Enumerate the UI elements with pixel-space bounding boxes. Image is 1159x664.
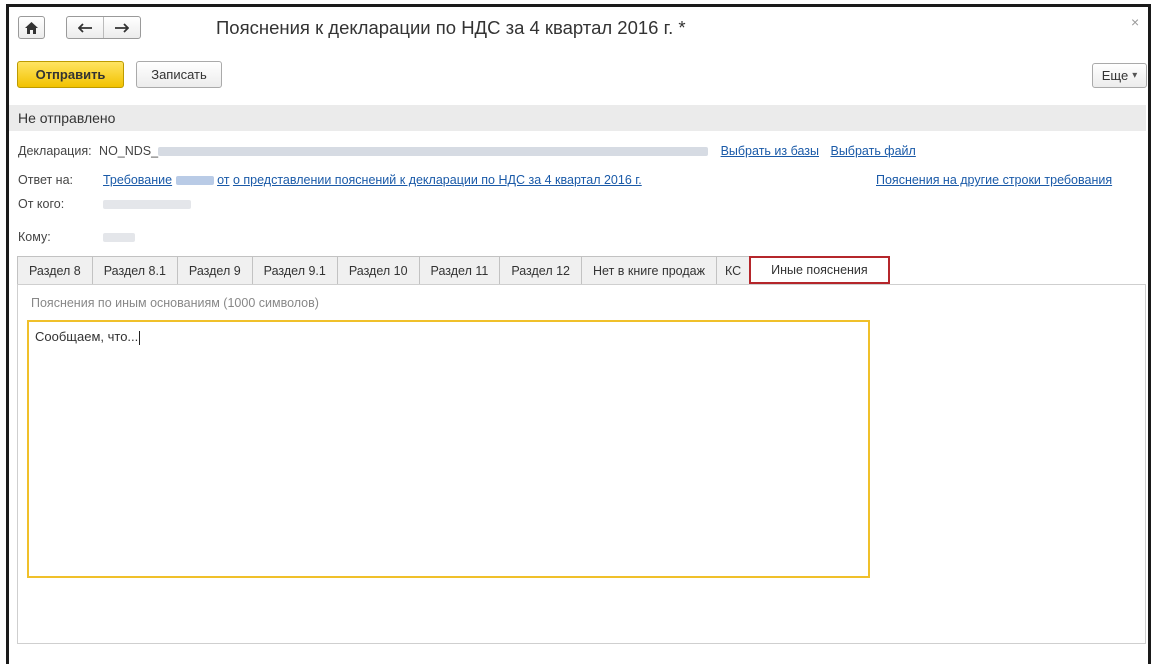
text-caret xyxy=(139,330,141,345)
close-icon[interactable]: × xyxy=(1131,14,1139,30)
arrow-right-icon xyxy=(115,22,129,33)
tab-section-8-1[interactable]: Раздел 8.1 xyxy=(91,256,178,284)
to-row: Кому: xyxy=(18,230,51,244)
reply-row: Ответ на: xyxy=(18,173,73,187)
tab-ks[interactable]: КС xyxy=(715,256,751,284)
tab-section-11[interactable]: Раздел 11 xyxy=(418,256,501,284)
tab-section-10[interactable]: Раздел 10 xyxy=(336,256,420,284)
declaration-label: Декларация: xyxy=(18,144,92,158)
redacted-block xyxy=(158,147,709,157)
to-value xyxy=(103,230,135,244)
declaration-row: Декларация: NO_NDS_ Выбрать из базы Выбр… xyxy=(18,144,916,158)
window-title: Пояснения к декларации по НДС за 4 кварт… xyxy=(216,17,686,38)
explanations-caption: Пояснения по иным основаниям (1000 симво… xyxy=(31,296,319,310)
other-lines-link[interactable]: Пояснения на другие строки требования xyxy=(876,173,1112,187)
requirement-link-prefix[interactable]: Требование xyxy=(103,173,172,187)
to-label: Кому: xyxy=(18,230,51,244)
tab-section-9[interactable]: Раздел 9 xyxy=(176,256,253,284)
declaration-value: NO_NDS_ xyxy=(99,144,159,158)
requirement-link-middle[interactable]: от xyxy=(217,173,229,187)
redacted-block xyxy=(103,200,191,210)
history-nav xyxy=(66,16,141,39)
back-button[interactable] xyxy=(67,17,104,38)
redacted-block xyxy=(103,233,135,243)
explanations-textarea[interactable]: Сообщаем, что... xyxy=(27,320,870,578)
tab-section-8[interactable]: Раздел 8 xyxy=(17,256,93,284)
redacted-block xyxy=(175,176,214,186)
status-text: Не отправлено xyxy=(18,110,116,126)
choose-from-db-link[interactable]: Выбрать из базы xyxy=(721,144,819,158)
more-button[interactable]: Еще ▾ xyxy=(1092,63,1147,88)
from-row: От кого: xyxy=(18,197,64,211)
send-button[interactable]: Отправить xyxy=(17,61,124,88)
tab-other-explanations[interactable]: Иные пояснения xyxy=(749,256,890,284)
chevron-down-icon: ▾ xyxy=(1132,70,1138,81)
requirement-link[interactable]: Требование от о представлении пояснений … xyxy=(103,173,642,187)
from-label: От кого: xyxy=(18,197,65,211)
tab-section-9-1[interactable]: Раздел 9.1 xyxy=(251,256,338,284)
reply-label: Ответ на: xyxy=(18,173,74,187)
requirement-link-suffix[interactable]: о представлении пояснений к декларации п… xyxy=(233,173,642,187)
home-icon xyxy=(25,21,38,34)
forward-button[interactable] xyxy=(104,17,140,38)
from-value xyxy=(103,197,191,211)
tab-section-12[interactable]: Раздел 12 xyxy=(499,256,583,284)
choose-file-link[interactable]: Выбрать файл xyxy=(830,144,915,158)
explanations-text: Сообщаем, что... xyxy=(35,329,139,344)
write-button[interactable]: Записать xyxy=(136,61,222,88)
more-label: Еще xyxy=(1101,68,1129,83)
section-tabs: Раздел 8 Раздел 8.1 Раздел 9 Раздел 9.1 … xyxy=(17,256,890,284)
home-button[interactable] xyxy=(18,16,45,39)
arrow-left-icon xyxy=(78,22,92,33)
status-bar: Не отправлено xyxy=(9,105,1146,131)
tab-not-in-sales-book[interactable]: Нет в книге продаж xyxy=(581,256,717,284)
